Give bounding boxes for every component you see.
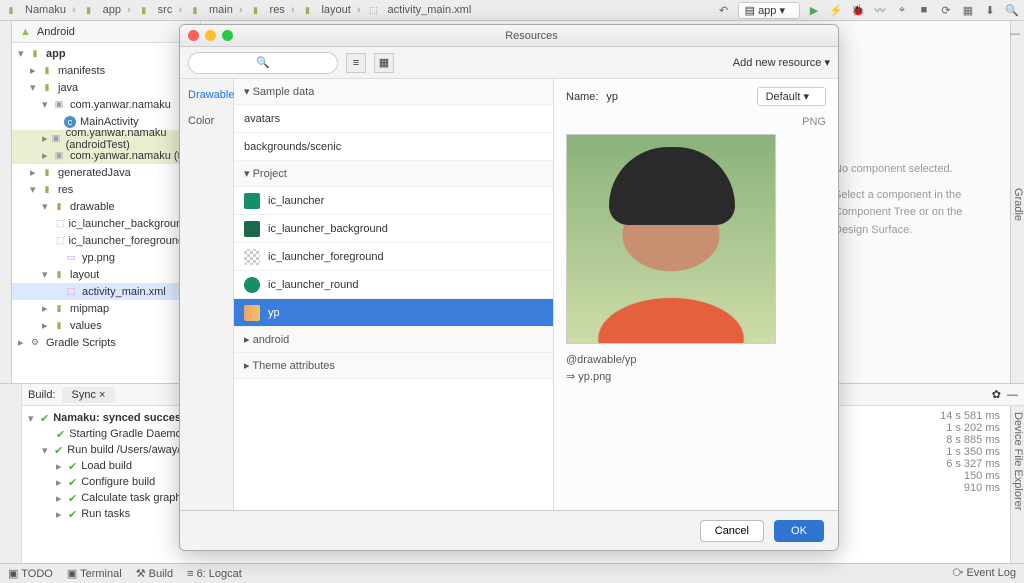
run-config-select[interactable]: ▤ app ▾ xyxy=(738,2,800,19)
resource-item-selected[interactable]: yp xyxy=(234,299,553,327)
no-component-hint: No component selected. Select a componen… xyxy=(834,161,994,239)
project-tool-window: ▲ Android ▾ ▾▮app ▸▮manifests ▾▮java ▾▣c… xyxy=(12,21,201,383)
name-value: yp xyxy=(606,91,618,103)
variant-select[interactable]: Default ▾ xyxy=(757,87,826,106)
minus-icon[interactable]: — xyxy=(1007,389,1018,401)
left-tool-strip[interactable] xyxy=(0,21,12,383)
breadcrumb-item[interactable]: ▮src xyxy=(137,3,173,17)
breadcrumb-item[interactable]: ▮Namaku xyxy=(4,3,66,17)
status-eventlog[interactable]: ⧂ Event Log xyxy=(952,567,1016,580)
avd-icon[interactable]: ▦ xyxy=(960,2,976,18)
back-icon[interactable]: ↶ xyxy=(716,2,732,18)
status-todo[interactable]: ▣ TODO xyxy=(8,567,53,580)
grid-view-icon[interactable]: ▦ xyxy=(374,53,394,73)
dialog-title: Resources xyxy=(233,30,830,42)
close-icon[interactable] xyxy=(188,30,199,41)
tab-sync[interactable]: Sync × xyxy=(62,387,116,403)
resource-item[interactable]: ic_launcher_background xyxy=(234,215,553,243)
minimize-icon[interactable] xyxy=(205,30,216,41)
format-label: PNG xyxy=(566,116,826,128)
build-gutter[interactable] xyxy=(0,384,22,563)
status-terminal[interactable]: ▣ Terminal xyxy=(67,567,122,580)
preview-ref: @drawable/yp xyxy=(566,352,826,369)
dialog-titlebar[interactable]: Resources xyxy=(180,25,838,47)
category-drawable[interactable]: Drawable xyxy=(186,85,227,111)
apply-changes-icon[interactable]: ⚡ xyxy=(828,2,844,18)
sdk-icon[interactable]: ⬇ xyxy=(982,2,998,18)
status-build[interactable]: ⚒ Build xyxy=(136,567,173,580)
ide-toolbar: ↶ ▤ app ▾ ▶ ⚡ 🐞 〰 ⌖ ■ ⟳ ▦ ⬇ 🔍 xyxy=(716,2,1020,19)
android-icon: ▲ xyxy=(20,26,31,38)
resource-item[interactable]: backgrounds/scenic xyxy=(234,133,553,161)
cancel-button[interactable]: Cancel xyxy=(700,520,764,542)
dialog-toolbar: 🔍 ≡ ▦ Add new resource ▾ xyxy=(180,47,838,79)
debug-icon[interactable]: 🐞 xyxy=(850,2,866,18)
attach-icon[interactable]: ⌖ xyxy=(894,2,910,18)
resources-dialog: Resources 🔍 ≡ ▦ Add new resource ▾ Drawa… xyxy=(179,24,839,551)
group-sample[interactable]: ▾ Sample data xyxy=(234,79,553,105)
add-new-resource[interactable]: Add new resource ▾ xyxy=(733,56,830,69)
preview-image xyxy=(566,134,776,344)
right-tool-strip-bottom[interactable]: Device File Explorer xyxy=(1010,406,1024,563)
project-header-label: Android xyxy=(37,26,75,38)
project-tree[interactable]: ▾▮app ▸▮manifests ▾▮java ▾▣com.yanwar.na… xyxy=(12,43,200,353)
status-logcat[interactable]: ≡ 6: Logcat xyxy=(187,568,242,580)
category-color[interactable]: Color xyxy=(186,111,227,137)
category-list: Drawable Color xyxy=(180,79,234,510)
breadcrumb-item[interactable]: ▮main xyxy=(188,3,233,17)
group-android[interactable]: ▸ android xyxy=(234,327,553,353)
breadcrumb-item[interactable]: ▮layout xyxy=(300,3,350,17)
build-label: Build: xyxy=(28,389,56,401)
project-header[interactable]: ▲ Android ▾ xyxy=(12,21,200,43)
list-view-icon[interactable]: ≡ xyxy=(346,53,366,73)
ok-button[interactable]: OK xyxy=(774,520,824,542)
profiler-icon[interactable]: 〰 xyxy=(872,2,888,18)
breadcrumb: ▮Namaku› ▮app› ▮src› ▮main› ▮res› ▮layou… xyxy=(4,3,471,17)
breadcrumb-item[interactable]: ▮res xyxy=(249,3,285,17)
group-project[interactable]: ▾ Project xyxy=(234,161,553,187)
run-icon[interactable]: ▶ xyxy=(806,2,822,18)
stop-icon[interactable]: ■ xyxy=(916,2,932,18)
name-label: Name: xyxy=(566,91,598,103)
dialog-footer: Cancel OK xyxy=(180,510,838,550)
status-bar: ▣ TODO ▣ Terminal ⚒ Build ≡ 6: Logcat ⧂ … xyxy=(0,563,1024,583)
resource-item[interactable]: avatars xyxy=(234,105,553,133)
preview-file: ⇒ yp.png xyxy=(566,369,826,386)
right-tool-strip-top[interactable]: Gradle xyxy=(1010,21,1024,383)
gear-icon[interactable]: ✿ xyxy=(992,388,1001,401)
preview-pane: Name: yp Default ▾ PNG @drawable/yp ⇒ yp… xyxy=(554,79,838,510)
sync-times: 14 s 581 ms 1 s 202 ms 8 s 885 ms 1 s 35… xyxy=(920,406,1010,563)
group-theme[interactable]: ▸ Theme attributes xyxy=(234,353,553,379)
breadcrumb-item[interactable]: ⬚activity_main.xml xyxy=(367,3,472,17)
breadcrumb-item[interactable]: ▮app xyxy=(82,3,121,17)
resource-item[interactable]: ic_launcher xyxy=(234,187,553,215)
ide-topbar: ▮Namaku› ▮app› ▮src› ▮main› ▮res› ▮layou… xyxy=(0,0,1024,21)
resource-list[interactable]: ▾ Sample data avatars backgrounds/scenic… xyxy=(234,79,554,510)
search-icon[interactable]: 🔍 xyxy=(1004,2,1020,18)
zoom-icon[interactable] xyxy=(222,30,233,41)
search-input[interactable]: 🔍 xyxy=(188,52,338,74)
minus-icon[interactable]: — xyxy=(1009,28,1020,41)
resource-item[interactable]: ic_launcher_round xyxy=(234,271,553,299)
resource-item[interactable]: ic_launcher_foreground xyxy=(234,243,553,271)
sync-icon[interactable]: ⟳ xyxy=(938,2,954,18)
